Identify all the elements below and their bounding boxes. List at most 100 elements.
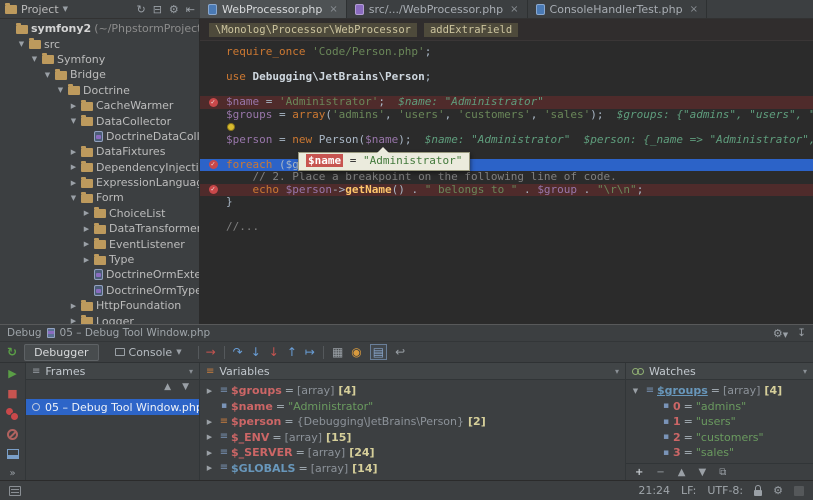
gutter[interactable] — [200, 171, 226, 184]
sync-icon[interactable]: ↻ — [136, 3, 145, 16]
project-panel-header[interactable]: Project ▼ ↻ ⊟ ⚙ ⇤ — [0, 0, 200, 18]
editor-tab[interactable]: src/.../WebProcessor.php × — [347, 0, 528, 18]
code-line[interactable] — [200, 209, 813, 222]
expander-open-icon[interactable]: ▼ — [628, 387, 643, 395]
tree-expanded-icon[interactable]: ▼ — [43, 71, 52, 79]
code-line[interactable]: ✓ echo $person->getName() . " belongs to… — [200, 183, 813, 196]
tree-expanded-icon[interactable]: ▼ — [69, 117, 78, 125]
tree-item[interactable]: ▶ ExpressionLanguage — [0, 175, 199, 190]
tree-collapsed-icon[interactable]: ▶ — [82, 225, 91, 233]
breadcrumb-class[interactable]: \Monolog\Processor\WebProcessor — [209, 22, 417, 37]
breakpoint-icon[interactable]: ✓ — [208, 160, 218, 170]
move-watch-up-button[interactable]: ▲ — [678, 467, 686, 478]
view-breakpoints-button[interactable] — [6, 408, 19, 421]
restore-layout-icon[interactable]: ↩ — [395, 345, 405, 359]
duplicate-watch-button[interactable]: ⧉ — [719, 467, 726, 478]
tree-item[interactable]: ▼ src — [0, 36, 199, 51]
tree-item[interactable]: ▶ DataTransformer — [0, 221, 199, 236]
code-line[interactable]: //... — [200, 221, 813, 234]
code-line[interactable] — [200, 59, 813, 72]
evaluate-expression-icon[interactable]: ▦ — [332, 345, 343, 359]
lock-icon[interactable] — [754, 484, 763, 496]
tree-item[interactable]: ▶ DataFixtures — [0, 144, 199, 159]
gutter[interactable] — [200, 109, 226, 122]
line-ending[interactable]: LF: — [681, 484, 696, 497]
tree-item[interactable]: ▶ Type — [0, 252, 199, 267]
panel-menu-icon[interactable]: ▾ — [189, 367, 193, 376]
resume-button[interactable]: ▶ — [8, 368, 16, 379]
tree-collapsed-icon[interactable]: ▶ — [82, 240, 91, 248]
tree-item[interactable]: ▶ Logger — [0, 313, 199, 324]
gutter[interactable] — [200, 146, 226, 159]
tree-item[interactable]: symfony2 (~/PhpstormProjects/symfo — [0, 21, 199, 36]
code-line[interactable]: ✓ foreach ($g — [200, 158, 813, 171]
rerun-icon[interactable]: ↻ — [7, 345, 17, 359]
frame-down-icon[interactable]: ▼ — [182, 382, 189, 395]
close-icon[interactable]: × — [329, 4, 337, 15]
variable-row[interactable]: ▶ ≡ $_SERVER = [array] [24] — [200, 445, 625, 461]
tab-debugger[interactable]: Debugger — [24, 343, 99, 361]
expander-closed-icon[interactable]: ▶ — [202, 433, 217, 441]
tree-item[interactable]: ▶ CacheWarmer — [0, 98, 199, 113]
close-icon[interactable]: × — [690, 4, 698, 15]
variable-row[interactable]: ▪ $name = "Administrator" — [200, 399, 625, 415]
more-options-button[interactable]: » — [9, 468, 15, 479]
expander-closed-icon[interactable]: ▶ — [202, 418, 217, 426]
code-line[interactable]: } — [200, 196, 813, 209]
gutter[interactable] — [200, 84, 226, 97]
hide-panel-icon[interactable]: ⇤ — [186, 3, 195, 16]
code-line[interactable]: // 2. Place a breakpoint on the followin… — [200, 171, 813, 184]
gutter[interactable] — [200, 121, 226, 134]
step-over-icon[interactable]: ↷ — [233, 345, 243, 359]
code-line[interactable] — [200, 84, 813, 97]
tab-console[interactable]: Console ▼ — [106, 345, 191, 360]
collapse-all-icon[interactable]: ⊟ — [153, 3, 162, 16]
tree-collapsed-icon[interactable]: ▶ — [69, 102, 78, 110]
tree-collapsed-icon[interactable]: ▶ — [69, 302, 78, 310]
tree-item[interactable]: ▶ EventListener — [0, 236, 199, 251]
debug-settings-icon[interactable]: ⚙▼ — [773, 327, 788, 340]
step-out-icon[interactable]: ↑ — [287, 345, 297, 359]
tree-item[interactable]: ▼ Symfony — [0, 52, 199, 67]
tree-expanded-icon[interactable]: ▼ — [30, 55, 39, 63]
breakpoint-icon[interactable]: ✓ — [208, 97, 218, 107]
hide-window-icon[interactable]: ↧ — [797, 327, 806, 339]
chevron-down-icon[interactable]: ▼ — [63, 5, 68, 13]
layout-icon[interactable]: ▤ — [369, 344, 388, 360]
code-line[interactable] — [200, 121, 813, 134]
gutter[interactable] — [200, 196, 226, 209]
close-icon[interactable]: × — [510, 4, 518, 15]
frame-up-icon[interactable]: ▲ — [164, 382, 171, 395]
panel-menu-icon[interactable]: ▾ — [803, 367, 807, 376]
gutter[interactable] — [200, 221, 226, 234]
breadcrumb-method[interactable]: addExtraField — [423, 22, 519, 37]
tree-item[interactable]: ▼ DataCollector — [0, 113, 199, 128]
tree-item[interactable]: DoctrineOrmExtens — [0, 267, 199, 282]
variable-row[interactable]: ▼ ≡ $groups = [array] [4] — [626, 383, 813, 399]
restore-layout-button[interactable] — [6, 449, 19, 459]
panel-menu-icon[interactable]: ▾ — [615, 367, 619, 376]
variable-row[interactable]: ▪ 3 = "sales" — [626, 445, 813, 461]
mute-breakpoints-button[interactable] — [7, 429, 18, 440]
code-line[interactable] — [200, 146, 813, 159]
gutter[interactable] — [200, 134, 226, 147]
editor-tab[interactable]: WebProcessor.php × — [200, 0, 347, 18]
move-watch-down-button[interactable]: ▼ — [698, 467, 706, 478]
tree-expanded-icon[interactable]: ▼ — [56, 86, 65, 94]
variable-row[interactable]: ▪ 2 = "customers" — [626, 430, 813, 446]
run-to-cursor-icon[interactable]: ↦ — [305, 345, 315, 359]
gutter[interactable] — [200, 46, 226, 59]
tree-item[interactable]: DoctrineDataCollec — [0, 129, 199, 144]
gutter[interactable] — [200, 59, 226, 72]
expander-closed-icon[interactable]: ▶ — [202, 449, 217, 457]
code-line[interactable]: ✓ $name = 'Administrator'; $name: "Admini… — [200, 96, 813, 109]
tree-expanded-icon[interactable]: ▼ — [69, 194, 78, 202]
step-into-icon[interactable]: ↓ — [251, 345, 261, 359]
tree-item[interactable]: ▼ Form — [0, 190, 199, 205]
expander-closed-icon[interactable]: ▶ — [202, 387, 217, 395]
intention-bulb-icon[interactable] — [227, 123, 235, 131]
inspections-icon[interactable]: ⚙ — [773, 484, 783, 497]
encoding[interactable]: UTF-8: — [707, 484, 743, 497]
tree-expanded-icon[interactable]: ▼ — [17, 40, 26, 48]
tree-collapsed-icon[interactable]: ▶ — [82, 209, 91, 217]
